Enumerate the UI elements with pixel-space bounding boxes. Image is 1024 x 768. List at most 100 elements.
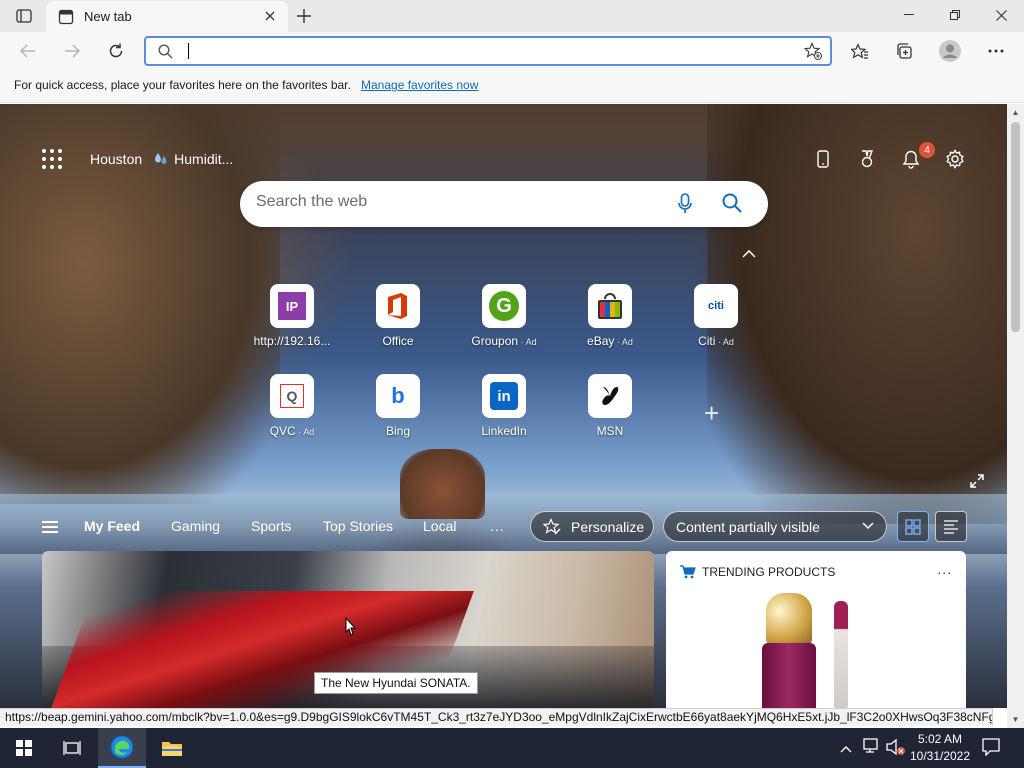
forward-button[interactable] bbox=[58, 38, 86, 64]
volume-muted-icon[interactable] bbox=[886, 738, 906, 761]
scrollbar-thumb[interactable] bbox=[1011, 122, 1020, 332]
back-button[interactable] bbox=[14, 38, 42, 64]
personalize-button[interactable]: Personalize bbox=[530, 511, 654, 542]
taskbar-clock[interactable]: 5:02 AM 10/31/2022 bbox=[906, 731, 974, 765]
add-quick-link-icon[interactable]: + bbox=[704, 398, 719, 429]
address-bar[interactable] bbox=[144, 36, 832, 66]
feed-menu-icon[interactable] bbox=[42, 521, 58, 533]
tab-actions-icon[interactable] bbox=[10, 6, 38, 26]
quick-link-tile[interactable]: citi Citi · Ad bbox=[666, 284, 766, 348]
humidity-icon bbox=[155, 153, 167, 164]
browser-toolbar bbox=[0, 32, 1024, 70]
collections-icon[interactable] bbox=[890, 38, 918, 64]
quick-link-label: Office bbox=[382, 334, 414, 348]
quick-link-tile[interactable]: MSN bbox=[560, 374, 660, 438]
ad-caption-tooltip: The New Hyundai SONATA. bbox=[314, 672, 478, 694]
tab-new-tab[interactable]: New tab bbox=[46, 1, 288, 32]
edge-taskbar-button[interactable] bbox=[98, 728, 146, 768]
list-view-button[interactable] bbox=[935, 511, 967, 542]
linkedin-icon: in bbox=[482, 374, 526, 418]
favorites-bar: For quick access, place your favorites h… bbox=[0, 70, 1024, 103]
ad-marker: Ad bbox=[303, 427, 315, 437]
microphone-icon[interactable] bbox=[678, 193, 692, 220]
grid-view-icon bbox=[905, 518, 921, 535]
quick-link-label: eBay · Ad bbox=[587, 334, 633, 348]
ip-icon: IP bbox=[270, 284, 314, 328]
quick-link-tile[interactable]: eBay · Ad bbox=[560, 284, 660, 348]
phone-icon[interactable] bbox=[812, 148, 834, 170]
feed-tab-my-feed[interactable]: My Feed bbox=[84, 518, 140, 534]
add-favorite-icon[interactable] bbox=[803, 41, 822, 65]
web-search-box[interactable] bbox=[240, 181, 768, 227]
settings-more-icon[interactable] bbox=[982, 38, 1010, 64]
trending-more-button[interactable]: ... bbox=[937, 561, 952, 577]
close-tab-icon[interactable] bbox=[262, 8, 278, 24]
product-applicator-wand bbox=[834, 601, 848, 708]
trending-products-header: TRENDING PRODUCTS bbox=[680, 565, 835, 579]
minimize-button[interactable] bbox=[886, 0, 932, 30]
collapse-quick-links-icon[interactable] bbox=[742, 245, 756, 261]
rewards-icon[interactable] bbox=[856, 148, 878, 170]
quick-link-tile[interactable]: IP http://192.16... bbox=[242, 284, 342, 348]
quick-link-name: Groupon bbox=[471, 334, 519, 348]
quick-link-tile[interactable]: G Groupon · Ad bbox=[454, 284, 554, 348]
web-search-input[interactable] bbox=[256, 193, 656, 211]
restore-button[interactable] bbox=[932, 0, 978, 30]
new-tab-page: Houston Humidit... 4 IP http://192.16... bbox=[0, 104, 1007, 708]
notifications-center-icon[interactable] bbox=[982, 738, 1000, 761]
product-bottle-body bbox=[762, 643, 816, 708]
manage-favorites-link[interactable]: Manage favorites now bbox=[361, 78, 478, 92]
search-submit-icon[interactable] bbox=[722, 193, 742, 218]
profile-avatar[interactable] bbox=[936, 38, 964, 64]
scroll-up-arrow-icon[interactable]: ▲ bbox=[1007, 104, 1024, 121]
trending-products-card[interactable]: TRENDING PRODUCTS ... bbox=[666, 551, 966, 708]
quick-link-tile[interactable]: Office bbox=[348, 284, 448, 348]
grid-view-button[interactable] bbox=[897, 511, 929, 542]
ad-marker: Ad bbox=[722, 337, 734, 347]
show-hidden-icons-icon[interactable] bbox=[840, 740, 852, 758]
feed-tab-gaming[interactable]: Gaming bbox=[171, 518, 220, 534]
shopping-cart-icon bbox=[680, 565, 696, 579]
task-view-button[interactable] bbox=[48, 728, 96, 768]
status-url-bar: https://beap.gemini.yahoo.com/mbclk?bv=1… bbox=[0, 708, 993, 726]
close-window-button[interactable] bbox=[978, 0, 1024, 30]
chevron-down-icon bbox=[862, 522, 874, 530]
feed-navigation: My Feed Gaming Sports Top Stories Local … bbox=[0, 509, 1007, 543]
feed-tab-local[interactable]: Local bbox=[423, 518, 456, 534]
content-visibility-dropdown[interactable]: Content partially visible bbox=[663, 511, 887, 542]
quick-link-tile[interactable]: b Bing bbox=[348, 374, 448, 438]
expand-background-icon[interactable] bbox=[970, 474, 984, 493]
feed-tab-sports[interactable]: Sports bbox=[251, 518, 291, 534]
weather-humidity[interactable]: Humidit... bbox=[154, 151, 233, 167]
file-explorer-button[interactable] bbox=[148, 728, 196, 768]
windows-taskbar: 5:02 AM 10/31/2022 bbox=[0, 728, 1024, 768]
page-settings-gear-icon[interactable] bbox=[944, 148, 966, 170]
quick-link-name: eBay bbox=[587, 334, 615, 348]
network-icon[interactable] bbox=[862, 738, 880, 759]
apps-launcher-icon[interactable] bbox=[42, 149, 62, 169]
quick-link-name: QVC bbox=[269, 424, 296, 438]
personalize-label: Personalize bbox=[571, 518, 645, 535]
weather-city[interactable]: Houston bbox=[90, 151, 142, 167]
clock-time: 5:02 AM bbox=[917, 732, 963, 746]
tab-title: New tab bbox=[84, 9, 132, 24]
feed-more-button[interactable]: ... bbox=[490, 518, 505, 534]
favorites-icon[interactable] bbox=[846, 38, 874, 64]
new-tab-icon bbox=[58, 9, 74, 25]
feed-tab-top-stories[interactable]: Top Stories bbox=[323, 518, 393, 534]
mouse-cursor-icon bbox=[345, 617, 357, 636]
refresh-button[interactable] bbox=[102, 38, 130, 64]
start-button[interactable] bbox=[0, 728, 48, 768]
quick-link-tile[interactable]: in LinkedIn bbox=[454, 374, 554, 438]
quick-link-tile[interactable]: Q QVC · Ad bbox=[242, 374, 342, 438]
tab-strip: New tab bbox=[0, 0, 1024, 32]
qvc-icon: Q bbox=[270, 374, 314, 418]
quick-link-label: Groupon · Ad bbox=[471, 334, 537, 348]
quick-link-label: http://192.16... bbox=[253, 334, 331, 348]
new-tab-button[interactable] bbox=[292, 5, 316, 27]
scroll-down-arrow-icon[interactable]: ▼ bbox=[1007, 711, 1024, 728]
page-scrollbar[interactable]: ▲ ▼ bbox=[1007, 104, 1024, 728]
address-input-caret[interactable] bbox=[188, 43, 189, 59]
quick-link-label: Bing bbox=[385, 424, 411, 438]
quick-link-name: Citi bbox=[698, 334, 716, 348]
